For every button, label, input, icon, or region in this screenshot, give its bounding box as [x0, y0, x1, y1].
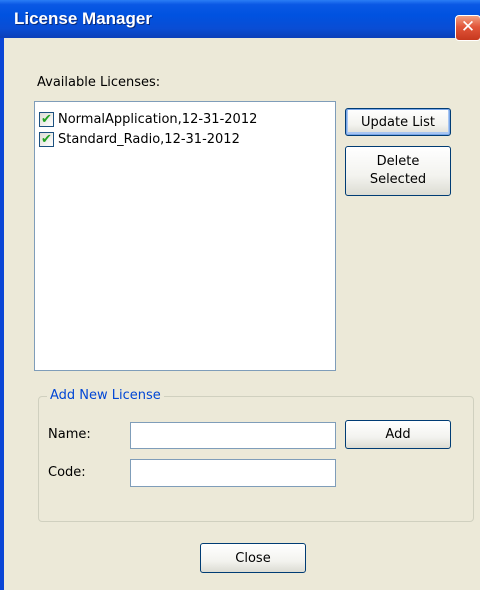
license-item-label: Standard_Radio,12-31-2012 — [58, 131, 240, 147]
title-bar[interactable]: License Manager ✕ — [0, 0, 480, 41]
list-item[interactable]: ✔ Standard_Radio,12-31-2012 — [39, 129, 240, 149]
add-new-license-title: Add New License — [47, 388, 164, 403]
available-licenses-label: Available Licenses: — [37, 75, 161, 90]
license-checkbox-checked-icon[interactable]: ✔ — [39, 131, 54, 147]
license-manager-window: License Manager ✕ Available Licenses: ✔ … — [0, 0, 480, 590]
code-input[interactable] — [130, 459, 336, 487]
window-title: License Manager — [14, 9, 152, 28]
close-icon: ✕ — [460, 17, 476, 37]
list-item[interactable]: ✔ NormalApplication,12-31-2012 — [39, 109, 257, 129]
license-item-label: NormalApplication,12-31-2012 — [58, 111, 258, 127]
close-button[interactable]: Close — [200, 543, 306, 573]
delete-selected-line2: Selected — [369, 172, 427, 187]
name-label: Name: — [48, 427, 91, 442]
update-list-button[interactable]: Update List — [345, 108, 451, 136]
name-input[interactable] — [130, 422, 336, 449]
license-checkbox-checked-icon[interactable]: ✔ — [39, 111, 54, 127]
licenses-listbox[interactable]: ✔ NormalApplication,12-31-2012 ✔ Standar… — [34, 101, 336, 371]
delete-selected-button[interactable]: Delete Selected — [345, 146, 451, 196]
delete-selected-line1: Delete — [376, 154, 420, 169]
close-window-button[interactable]: ✕ — [455, 15, 480, 41]
add-button[interactable]: Add — [345, 420, 451, 449]
code-label: Code: — [48, 465, 86, 480]
